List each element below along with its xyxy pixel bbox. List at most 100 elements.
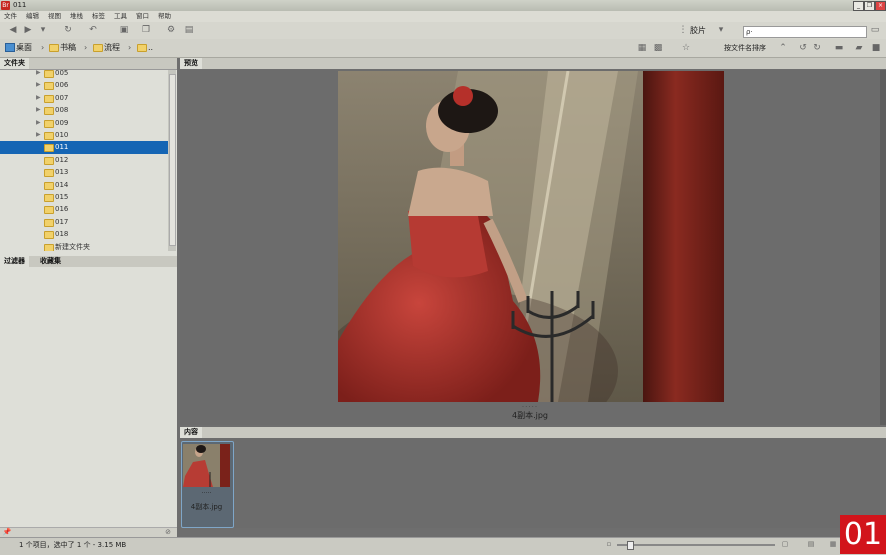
compact-mode-icon[interactable]: ▭ <box>869 25 881 36</box>
zoom-in-icon[interactable]: ▢ <box>780 539 790 550</box>
tree-folder-label: 014 <box>55 180 69 189</box>
expand-arrow-icon[interactable]: ▶ <box>36 117 41 129</box>
tree-folder-item[interactable]: 018 <box>0 228 168 240</box>
tree-folder-label: 010 <box>55 131 69 139</box>
sort-ascending-icon[interactable]: ⌃ <box>777 43 789 54</box>
tree-folder-label: 016 <box>55 205 69 214</box>
maximize-button[interactable]: ❐ <box>864 1 875 11</box>
tab-preview[interactable]: 预览 <box>180 58 202 69</box>
expand-arrow-icon[interactable]: ▶ <box>36 129 41 141</box>
menu-bar <box>0 11 886 22</box>
quality-icon[interactable]: ▦ <box>636 43 648 54</box>
workspace-label[interactable]: 胶片 <box>690 25 706 36</box>
rotate-cw-icon[interactable]: ↻ <box>811 43 823 54</box>
folder-icon <box>44 70 54 78</box>
tree-folder-label: 新建文件夹 <box>55 242 90 251</box>
breadcrumb-separator-icon: › <box>41 43 45 52</box>
menu-view[interactable]: 视图 <box>48 11 61 22</box>
tree-folder-label: 007 <box>55 93 69 102</box>
zoom-out-icon[interactable]: ▫ <box>604 539 614 550</box>
preview-image[interactable] <box>338 71 724 402</box>
rating-filter-icon[interactable]: ☆ <box>680 43 692 54</box>
open-in-icon[interactable]: ▤ <box>183 25 195 36</box>
thumbnail-rating-dots[interactable]: ····· <box>181 490 232 497</box>
tree-folder-item[interactable]: 新建文件夹 <box>0 241 168 251</box>
search-input[interactable]: ρ· <box>743 26 867 38</box>
camera-import-icon[interactable]: ▣ <box>118 25 130 36</box>
menu-window[interactable]: 窗口 <box>136 11 149 22</box>
forward-icon[interactable]: ▶ <box>22 25 34 36</box>
tree-folder-item[interactable]: 014 <box>0 179 168 191</box>
tree-folder-item[interactable]: ▶ 008 <box>0 104 168 116</box>
tree-folder-label: 015 <box>55 193 69 201</box>
new-folder-icon[interactable]: ▰ <box>853 43 865 54</box>
folder-icon <box>44 206 54 215</box>
breadcrumb-desktop[interactable]: 桌面 <box>5 42 32 54</box>
tab-folders[interactable]: 文件夹 <box>0 58 29 69</box>
tree-folder-label: 009 <box>55 118 69 127</box>
menu-help[interactable]: 帮助 <box>158 11 171 22</box>
tree-folder-item[interactable]: 012 <box>0 154 168 166</box>
filter-panel <box>0 267 177 528</box>
back-icon[interactable]: ◀ <box>7 25 19 36</box>
tree-folder-item[interactable]: ▶ 010 <box>0 129 168 141</box>
history-icon[interactable]: ↻ <box>62 25 74 36</box>
thumbnail-size-slider[interactable] <box>617 544 775 546</box>
open-recent-icon[interactable]: ▬ <box>833 43 845 54</box>
close-button[interactable]: × <box>875 1 886 11</box>
menu-stack[interactable]: 堆栈 <box>70 11 83 22</box>
tree-folder-label: 018 <box>55 230 69 239</box>
tree-folder-label: 013 <box>55 168 69 177</box>
breadcrumb-book[interactable]: 书稿 <box>49 42 76 54</box>
expand-arrow-icon[interactable]: ▶ <box>36 79 41 91</box>
app-icon: Br <box>1 1 10 10</box>
tree-folder-label: 006 <box>55 81 69 90</box>
folder-icon <box>44 119 54 128</box>
expand-arrow-icon[interactable]: ▶ <box>36 104 41 116</box>
menu-label[interactable]: 标签 <box>92 11 105 22</box>
breadcrumb-more[interactable]: .. <box>137 42 153 54</box>
tree-folder-item[interactable]: ▶ 006 <box>0 79 168 91</box>
tab-content[interactable]: 内容 <box>180 427 202 438</box>
tree-folder-label: 017 <box>55 217 69 226</box>
folder-icon <box>49 43 59 52</box>
tree-folder-item[interactable]: ▶ 007 <box>0 92 168 104</box>
expand-arrow-icon[interactable]: ▶ <box>36 92 41 104</box>
recent-dropdown-icon[interactable]: ▾ <box>37 25 49 36</box>
thumbnail-image[interactable] <box>183 444 230 487</box>
menu-tools[interactable]: 工具 <box>114 11 127 22</box>
menu-file[interactable]: 文件 <box>4 11 17 22</box>
clear-filter-icon[interactable]: ⊘ <box>163 527 173 537</box>
tree-folder-label: 008 <box>55 106 69 115</box>
menu-edit[interactable]: 编辑 <box>26 11 39 22</box>
tree-folder-item[interactable]: 016 <box>0 203 168 215</box>
thumbnail-quality-icon[interactable]: ▩ <box>652 43 664 54</box>
rotate-left-icon[interactable]: ↶ <box>87 25 99 36</box>
thumbnail-size-slider-handle[interactable] <box>627 541 634 550</box>
tab-filter[interactable]: 过滤器 <box>0 256 29 267</box>
folder-icon <box>44 82 54 91</box>
tree-folder-item[interactable]: 015 <box>0 191 168 203</box>
settings-icon[interactable]: ⚙ <box>165 25 177 36</box>
rotate-ccw-icon[interactable]: ↺ <box>797 43 809 54</box>
folder-icon <box>44 107 54 116</box>
sort-dropdown[interactable]: 按文件名排序 <box>724 43 766 54</box>
workspace-dropdown-icon[interactable]: ▾ <box>715 25 727 36</box>
tree-scrollbar-thumb[interactable] <box>169 74 176 246</box>
view-grid-lock-icon[interactable]: ▤ <box>805 539 817 550</box>
breadcrumb-separator-icon: › <box>128 43 132 52</box>
preview-splitter[interactable] <box>880 70 886 425</box>
tree-folder-item[interactable]: 017 <box>0 216 168 228</box>
window-title: 011 <box>13 1 27 9</box>
delete-icon[interactable]: ■ <box>870 43 882 54</box>
tree-folder-item[interactable]: ▶ 009 <box>0 117 168 129</box>
refine-icon[interactable]: ❐ <box>140 25 152 36</box>
minimize-button[interactable]: _ <box>853 1 864 11</box>
folder-icon <box>44 94 54 103</box>
view-thumbnails-icon[interactable]: ▦ <box>827 539 839 550</box>
tree-folder-item[interactable]: 011 <box>0 141 168 154</box>
pin-icon[interactable]: 📌 <box>2 527 12 537</box>
tree-folder-item[interactable]: 013 <box>0 166 168 178</box>
tab-collections[interactable]: 收藏集 <box>36 256 65 267</box>
breadcrumb-flow[interactable]: 流程 <box>93 42 120 54</box>
